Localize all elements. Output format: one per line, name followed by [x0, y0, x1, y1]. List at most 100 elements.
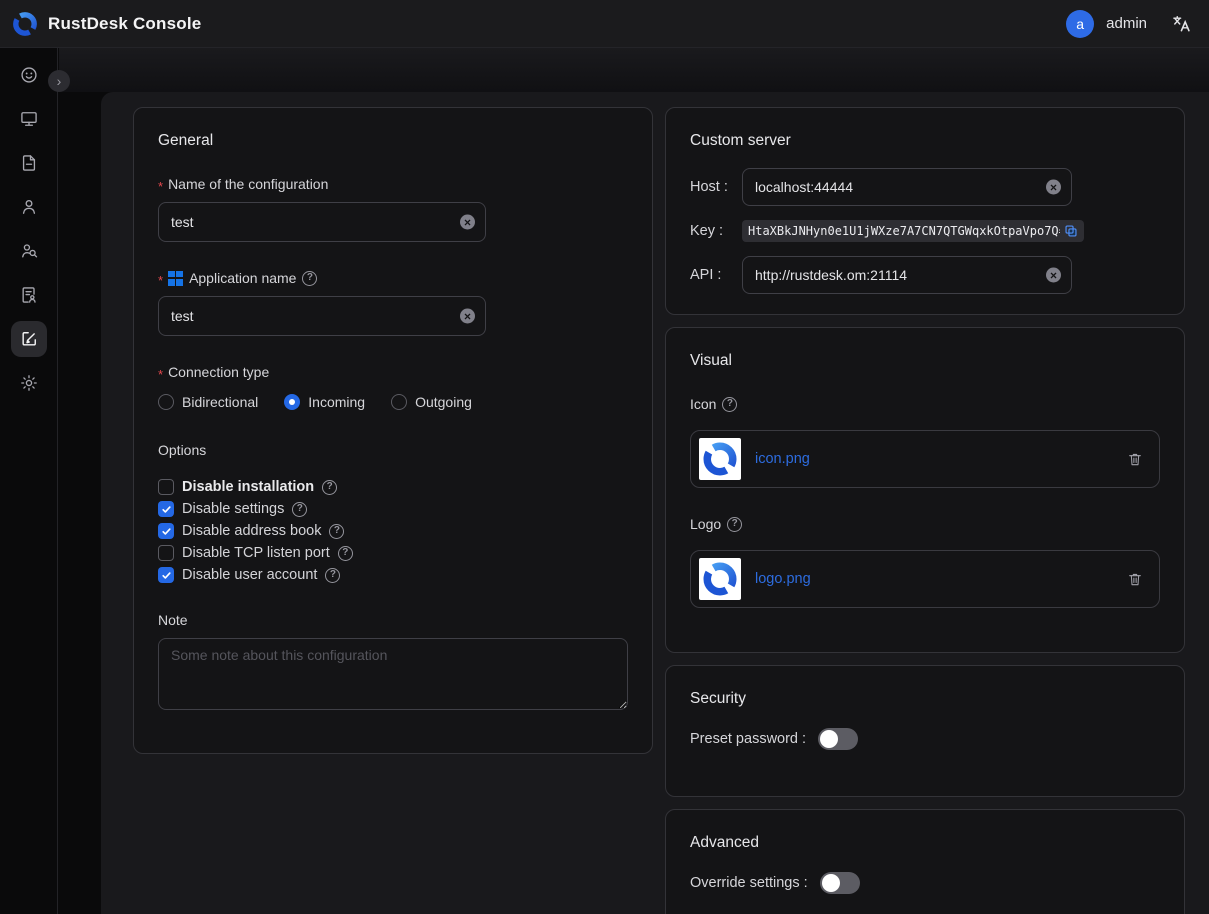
toggle-knob [820, 730, 838, 748]
edit-icon [19, 329, 39, 349]
check-icon [161, 526, 172, 537]
checkbox-disable-tcp-listen-port[interactable]: Disable TCP listen port [158, 542, 628, 564]
override-settings-row: Override settings : [690, 872, 1160, 894]
help-icon[interactable] [727, 517, 742, 532]
radio-label: Outgoing [415, 394, 472, 410]
checkbox-disable-address-book[interactable]: Disable address book [158, 520, 628, 542]
main-panel: General * Name of the configuration * Ap… [101, 92, 1209, 914]
logo-thumbnail [699, 558, 741, 600]
radio-circle[interactable] [158, 394, 174, 410]
sidebar-item-user-search[interactable] [11, 233, 47, 269]
sidebar-item-devices[interactable] [11, 101, 47, 137]
clear-icon[interactable] [1046, 268, 1061, 283]
username[interactable]: admin [1106, 15, 1147, 32]
copy-icon[interactable] [1064, 224, 1078, 238]
sidebar-item-dashboard[interactable] [11, 57, 47, 93]
help-icon[interactable] [322, 480, 337, 495]
app-name-input-wrap [158, 296, 486, 336]
icon-file-name[interactable]: icon.png [755, 451, 810, 467]
checkbox-label: Disable user account [182, 567, 317, 583]
rustdesk-logo-thumb [702, 441, 738, 477]
key-value: HtaXBkJNHyn0e1U1jWXze7A7CN7QTGWqxkOtpaVp… [748, 224, 1060, 238]
custom-server-title: Custom server [690, 132, 1160, 150]
radio-label: Bidirectional [182, 394, 258, 410]
sidebar-item-settings[interactable] [11, 365, 47, 401]
brand: RustDesk Console [12, 11, 201, 37]
delete-icon[interactable] [1127, 451, 1143, 467]
sidebar-item-users[interactable] [11, 189, 47, 225]
user-icon [19, 197, 39, 217]
override-settings-label: Override settings : [690, 875, 808, 891]
icon-file-row: icon.png [690, 430, 1160, 488]
host-input[interactable] [742, 168, 1072, 206]
check-icon [161, 570, 172, 581]
sidebar-item-audit[interactable] [11, 277, 47, 313]
user-avatar[interactable]: a [1066, 10, 1094, 38]
clear-icon[interactable] [460, 309, 475, 324]
options-checkboxes: Disable installation Disable settings [158, 476, 628, 586]
logo-label-row: Logo [690, 516, 1160, 532]
key-label: Key : [690, 223, 742, 239]
radio-incoming[interactable]: Incoming [284, 394, 365, 410]
checkbox-disable-user-account[interactable]: Disable user account [158, 564, 628, 586]
help-icon[interactable] [302, 271, 317, 286]
general-card: General * Name of the configuration * Ap… [133, 107, 653, 754]
sidebar-expand-button[interactable] [48, 70, 70, 92]
translate-icon[interactable] [1171, 14, 1191, 34]
sidebar-item-configurations[interactable] [11, 321, 47, 357]
note-textarea[interactable] [158, 638, 628, 710]
help-icon[interactable] [325, 568, 340, 583]
checkbox-box[interactable] [158, 545, 174, 561]
checkbox-box[interactable] [158, 479, 174, 495]
app-name-input[interactable] [158, 296, 486, 336]
help-icon[interactable] [292, 502, 307, 517]
key-value-pill: HtaXBkJNHyn0e1U1jWXze7A7CN7QTGWqxkOtpaVp… [742, 220, 1084, 242]
checkbox-disable-installation[interactable]: Disable installation [158, 476, 628, 498]
radio-bidirectional[interactable]: Bidirectional [158, 394, 258, 410]
name-input[interactable] [158, 202, 486, 242]
help-icon[interactable] [338, 546, 353, 561]
help-icon[interactable] [329, 524, 344, 539]
icon-label: Icon [690, 396, 716, 412]
radio-circle-checked[interactable] [284, 394, 300, 410]
checkbox-label: Disable installation [182, 479, 314, 495]
clear-icon[interactable] [460, 215, 475, 230]
sidebar [0, 48, 58, 914]
required-asterisk: * [158, 179, 163, 194]
app-name-label: Application name [189, 270, 296, 286]
clear-icon[interactable] [1046, 180, 1061, 195]
api-row: API : [690, 256, 1160, 294]
monitor-icon [19, 109, 39, 129]
checkbox-box-checked[interactable] [158, 501, 174, 517]
right-column: Custom server Host : Key : HtaXBkJNHyn0e… [665, 107, 1185, 914]
general-title: General [158, 132, 628, 150]
check-icon [161, 504, 172, 515]
host-input-wrap [742, 168, 1072, 206]
checkbox-box-checked[interactable] [158, 523, 174, 539]
checkbox-box-checked[interactable] [158, 567, 174, 583]
logo-file-name[interactable]: logo.png [755, 571, 811, 587]
logo-file-row: logo.png [690, 550, 1160, 608]
api-label: API : [690, 267, 742, 283]
checkbox-disable-settings[interactable]: Disable settings [158, 498, 628, 520]
name-input-wrap [158, 202, 486, 242]
preset-password-toggle[interactable] [818, 728, 858, 750]
sidebar-item-documents[interactable] [11, 145, 47, 181]
preset-password-label: Preset password : [690, 731, 806, 747]
delete-icon[interactable] [1127, 571, 1143, 587]
api-input[interactable] [742, 256, 1072, 294]
override-settings-toggle[interactable] [820, 872, 860, 894]
help-icon[interactable] [722, 397, 737, 412]
radio-circle[interactable] [391, 394, 407, 410]
connection-type-label: Connection type [168, 364, 269, 380]
checkbox-label: Disable TCP listen port [182, 545, 330, 561]
visual-card: Visual Icon icon.png [665, 327, 1185, 653]
connection-type-radios: Bidirectional Incoming Outgoing [158, 394, 628, 410]
rustdesk-logo-thumb [702, 561, 738, 597]
radio-outgoing[interactable]: Outgoing [391, 394, 472, 410]
icon-label-row: Icon [690, 396, 1160, 412]
checkbox-label: Disable address book [182, 523, 321, 539]
name-label-row: * Name of the configuration [158, 176, 628, 192]
required-asterisk: * [158, 367, 163, 382]
logo-label: Logo [690, 516, 721, 532]
